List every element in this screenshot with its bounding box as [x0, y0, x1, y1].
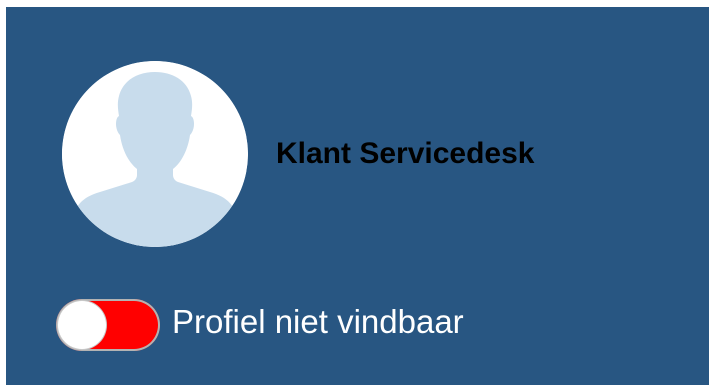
toggle-knob[interactable]: [58, 301, 106, 349]
user-placeholder-icon: [62, 61, 248, 247]
avatar: [62, 61, 248, 247]
visibility-toggle[interactable]: [56, 299, 160, 351]
visibility-toggle-label: Profiel niet vindbaar: [172, 303, 464, 340]
profile-name: Klant Servicedesk: [276, 137, 535, 170]
